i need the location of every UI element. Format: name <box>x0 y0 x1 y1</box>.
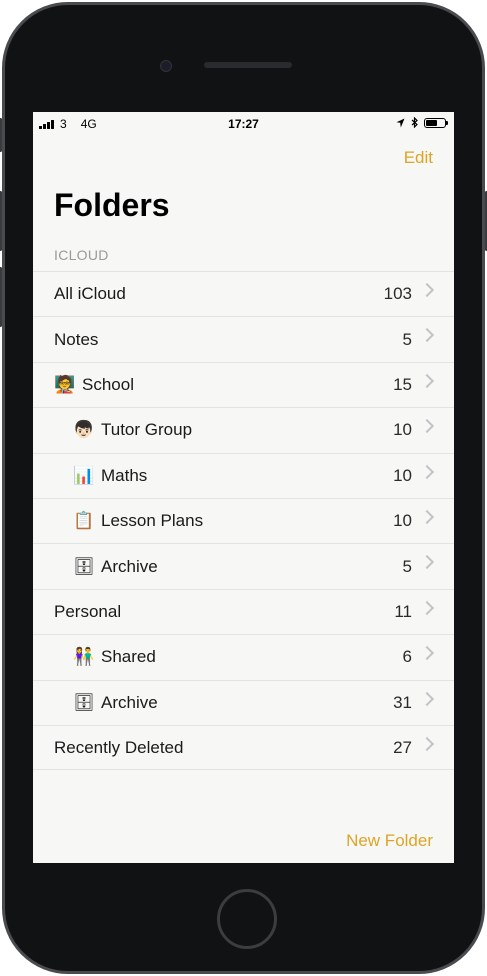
bar-chart-emoji-icon: 📊 <box>73 465 95 485</box>
chevron-right-icon <box>419 373 435 388</box>
chevron-right-icon <box>419 419 435 434</box>
chevron-right-icon <box>419 646 435 661</box>
folder-count: 27 <box>393 737 412 757</box>
folder-row-maths[interactable]: 📊 Maths 10 <box>33 452 454 498</box>
folder-list: All iCloud 103 Notes 5 🧑‍🏫 School 15 👦🏻 … <box>33 271 454 771</box>
folder-row-school[interactable]: 🧑‍🏫 School 15 <box>33 361 454 407</box>
front-camera <box>160 60 172 72</box>
folder-label: Tutor Group <box>101 420 193 440</box>
chevron-right-icon <box>419 691 435 706</box>
chevron-right-icon <box>419 600 435 615</box>
edit-button[interactable]: Edit <box>404 148 433 168</box>
boy-emoji-icon: 👦🏻 <box>73 420 95 440</box>
folder-label: All iCloud <box>54 284 126 304</box>
folder-label: Notes <box>54 329 99 349</box>
volume-up-button <box>0 191 2 251</box>
teacher-emoji-icon: 🧑‍🏫 <box>54 374 76 394</box>
folder-row-notes[interactable]: Notes 5 <box>33 316 454 361</box>
couple-emoji-icon: 👫 <box>73 647 95 667</box>
folder-label: Maths <box>101 465 148 485</box>
battery-icon <box>424 117 448 128</box>
section-header-icloud: ICLOUD <box>54 247 109 263</box>
folder-label: Shared <box>101 647 156 667</box>
folder-row-all-icloud[interactable]: All iCloud 103 <box>33 271 454 316</box>
home-button[interactable] <box>217 889 277 949</box>
folder-count: 10 <box>393 420 412 440</box>
chevron-right-icon <box>419 555 435 570</box>
page-title: Folders <box>54 187 170 223</box>
folder-label: Recently Deleted <box>54 737 184 757</box>
chevron-right-icon <box>419 328 435 343</box>
chevron-right-icon <box>419 509 435 525</box>
folder-count: 5 <box>402 556 412 576</box>
notes-screen: 3 4G 17:27 Edit Folders ICLOUD All iClou… <box>33 112 454 863</box>
file-cabinet-emoji-icon: 🗄 <box>73 556 95 576</box>
folder-count: 11 <box>394 601 412 621</box>
earpiece-speaker <box>204 62 292 68</box>
new-folder-button[interactable]: New Folder <box>346 831 433 851</box>
clipboard-emoji-icon: 📋 <box>73 511 95 531</box>
file-cabinet-emoji-icon: 🗄 <box>73 692 95 712</box>
mute-switch <box>0 118 2 152</box>
folder-row-personal-archive[interactable]: 🗄 Archive 31 <box>33 679 454 725</box>
folder-count: 10 <box>393 511 412 531</box>
folder-label: Archive <box>101 692 158 712</box>
chevron-right-icon <box>419 736 435 751</box>
folder-count: 31 <box>393 692 412 712</box>
status-time: 17:27 <box>228 117 259 131</box>
status-bar: 3 4G 17:27 <box>33 112 454 134</box>
folder-label: Archive <box>101 556 158 576</box>
folder-count: 5 <box>402 329 412 349</box>
folder-label: Lesson Plans <box>101 511 204 531</box>
folder-count: 103 <box>383 284 412 304</box>
folder-label: Personal <box>54 601 122 621</box>
folder-row-recently-deleted[interactable]: Recently Deleted 27 <box>33 724 454 771</box>
bluetooth-icon <box>411 117 418 128</box>
folder-count: 6 <box>402 647 412 667</box>
folder-row-school-archive[interactable]: 🗄 Archive 5 <box>33 543 454 588</box>
chevron-right-icon <box>419 464 435 479</box>
folder-label: School <box>82 374 134 394</box>
volume-down-button <box>0 267 2 327</box>
location-icon <box>396 118 405 127</box>
folder-row-personal[interactable]: Personal 11 <box>33 588 454 634</box>
folder-row-shared[interactable]: 👫 Shared 6 <box>33 634 454 679</box>
folder-count: 15 <box>393 374 412 394</box>
folder-row-lesson-plans[interactable]: 📋 Lesson Plans 10 <box>33 497 454 543</box>
folder-row-tutor-group[interactable]: 👦🏻 Tutor Group 10 <box>33 407 454 452</box>
folder-count: 10 <box>393 465 412 485</box>
chevron-right-icon <box>419 282 435 298</box>
